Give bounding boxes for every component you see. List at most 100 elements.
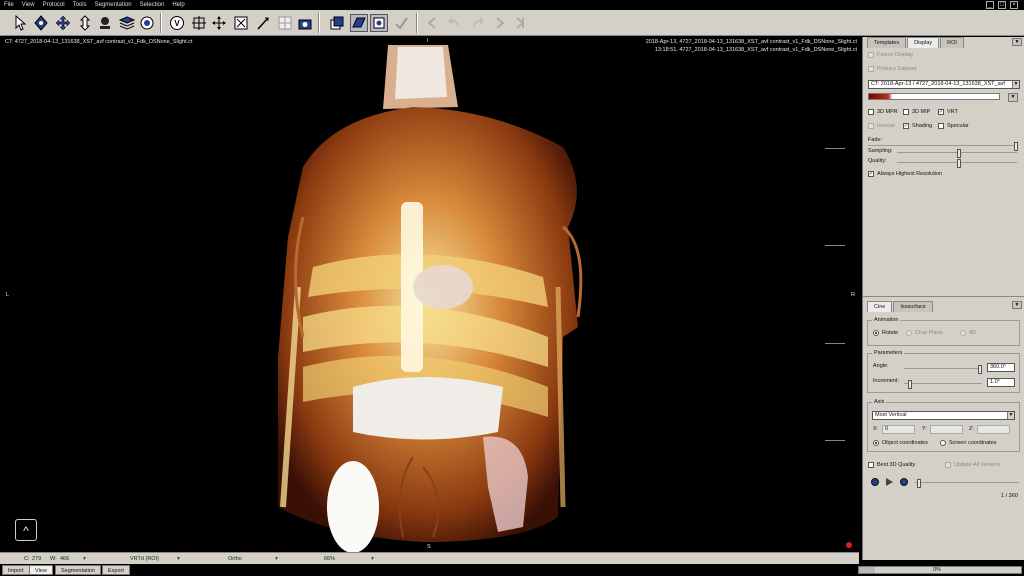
fade-slider[interactable]: [868, 142, 1018, 151]
crop-plane-radio[interactable]: [906, 330, 912, 336]
move-arrows-icon[interactable]: [210, 14, 228, 32]
chevron-down-icon[interactable]: ▼: [370, 556, 375, 562]
x-input[interactable]: 0: [882, 425, 915, 434]
tab-display[interactable]: Display: [907, 37, 940, 48]
recording-indicator-icon: [846, 542, 852, 548]
menu-file[interactable]: File: [4, 2, 14, 8]
color-map-bar[interactable]: [868, 93, 1000, 100]
shading-checkbox[interactable]: ✓: [903, 123, 909, 129]
volume-render-icon[interactable]: [350, 14, 368, 32]
layers-icon[interactable]: [118, 14, 136, 32]
axis-select[interactable]: Most Vertical ▼: [872, 411, 1015, 420]
tab-roi[interactable]: ROI: [940, 37, 964, 48]
y-input[interactable]: [930, 425, 963, 434]
increment-slider-thumb[interactable]: [908, 380, 912, 389]
dataset-select[interactable]: CT: 2018-Apr-13 / 4727_2018-04-13_131638…: [868, 80, 1020, 89]
tab-view[interactable]: View: [29, 565, 53, 575]
update-all-checkbox[interactable]: [945, 462, 951, 468]
increment-slider[interactable]: [904, 380, 982, 389]
minimize-button[interactable]: _: [986, 1, 994, 9]
fade-slider-thumb[interactable]: [1014, 142, 1018, 151]
measure-icon[interactable]: [254, 14, 272, 32]
rotate-tool-icon[interactable]: [32, 14, 50, 32]
checkmark-icon[interactable]: [392, 14, 410, 32]
mode-3d-mip-label: 3D MIP: [912, 109, 931, 115]
chevron-down-icon[interactable]: ▼: [274, 556, 279, 562]
menu-protocol[interactable]: Protocol: [43, 2, 65, 8]
zoom-select[interactable]: 66%: [324, 556, 335, 562]
lower-panel-menu-button[interactable]: ▼: [1012, 301, 1022, 309]
orientation-cube-icon[interactable]: [370, 14, 388, 32]
tab-cine[interactable]: Cine: [867, 301, 893, 312]
tab-isosurface[interactable]: Isosurface: [893, 301, 933, 312]
quality-slider[interactable]: [897, 159, 1017, 168]
next-icon[interactable]: [512, 14, 530, 32]
redo-icon[interactable]: [468, 14, 486, 32]
c-value: 279: [32, 555, 42, 562]
stack-icon[interactable]: [328, 14, 346, 32]
axis-select-value: Most Vertical: [875, 412, 907, 418]
menu-tools[interactable]: Tools: [73, 2, 87, 8]
record-button-icon[interactable]: [871, 478, 879, 486]
screen-coords-radio[interactable]: [940, 440, 946, 446]
angle-input[interactable]: 360.0°: [987, 363, 1015, 372]
rotate-radio[interactable]: [873, 330, 879, 336]
quality-slider-thumb[interactable]: [957, 159, 961, 168]
fusion-display-checkbox[interactable]: [868, 52, 874, 58]
menu-selection[interactable]: Selection: [140, 2, 165, 8]
render-mode-select[interactable]: VRTd (ROI): [130, 556, 159, 562]
snapshot-icon[interactable]: [296, 14, 314, 32]
play-icon[interactable]: [886, 478, 893, 486]
3d-viewer[interactable]: CT: 4727_2018-04-13_131638_XST_avf contr…: [3, 37, 859, 552]
color-map-menu-button[interactable]: ▼: [1008, 93, 1018, 102]
menu-help[interactable]: Help: [172, 2, 184, 8]
loop-icon[interactable]: [900, 478, 908, 486]
frame-counter: 1 / 360: [1001, 493, 1018, 499]
fit-screen-icon[interactable]: [232, 14, 250, 32]
close-button[interactable]: ×: [1010, 1, 1018, 9]
chevron-down-icon[interactable]: ▼: [82, 556, 87, 562]
mode-3d-mip-checkbox[interactable]: [903, 109, 909, 115]
mode-3d-mpr-checkbox[interactable]: [868, 109, 874, 115]
pointer-tool-icon[interactable]: [12, 14, 30, 32]
chevron-down-icon[interactable]: ▼: [176, 556, 181, 562]
sampling-slider[interactable]: [897, 149, 1017, 158]
primary-dataset-checkbox[interactable]: [868, 66, 874, 72]
restore-button[interactable]: □: [998, 1, 1006, 9]
update-all-row: Update All Viewers: [945, 462, 1000, 468]
target-icon[interactable]: [138, 14, 156, 32]
tab-segmentation[interactable]: Segmentation: [55, 565, 101, 575]
tab-import[interactable]: Import: [2, 565, 30, 575]
frame-slider[interactable]: [915, 479, 1019, 488]
layout-grid-icon[interactable]: [276, 14, 294, 32]
increment-input[interactable]: 1.0°: [987, 378, 1015, 387]
object-coords-radio[interactable]: [873, 440, 879, 446]
tab-export[interactable]: Export: [102, 565, 130, 575]
four-d-radio[interactable]: [960, 330, 966, 336]
undo-icon[interactable]: [446, 14, 464, 32]
angle-slider[interactable]: [904, 365, 982, 374]
axis-title: Axis: [872, 399, 887, 405]
menu-segmentation[interactable]: Segmentation: [95, 2, 132, 8]
crop-icon[interactable]: [190, 14, 208, 32]
inverse-checkbox[interactable]: [868, 123, 874, 129]
best-3d-checkbox[interactable]: [868, 462, 874, 468]
pan-tool-icon[interactable]: [54, 14, 72, 32]
tab-templates[interactable]: Templates: [867, 37, 907, 48]
crop-plane-row: Crop Plane: [906, 330, 943, 336]
specular-checkbox[interactable]: [938, 123, 944, 129]
angle-slider-thumb[interactable]: [978, 365, 982, 374]
mode-vrt-checkbox[interactable]: ✓: [938, 109, 944, 115]
always-highest-checkbox[interactable]: ✓: [868, 171, 874, 177]
frame-slider-thumb[interactable]: [917, 479, 921, 488]
vrt-mode-icon[interactable]: V: [168, 14, 186, 32]
zoom-tool-icon[interactable]: [76, 14, 94, 32]
projection-select[interactable]: Ortho: [228, 556, 242, 562]
z-input[interactable]: [977, 425, 1010, 434]
window-level-icon[interactable]: [96, 14, 114, 32]
forward-icon[interactable]: [490, 14, 508, 32]
menu-view[interactable]: View: [22, 2, 35, 8]
back-icon[interactable]: [424, 14, 442, 32]
sampling-slider-thumb[interactable]: [957, 149, 961, 158]
panel-menu-button[interactable]: ▼: [1012, 38, 1022, 46]
